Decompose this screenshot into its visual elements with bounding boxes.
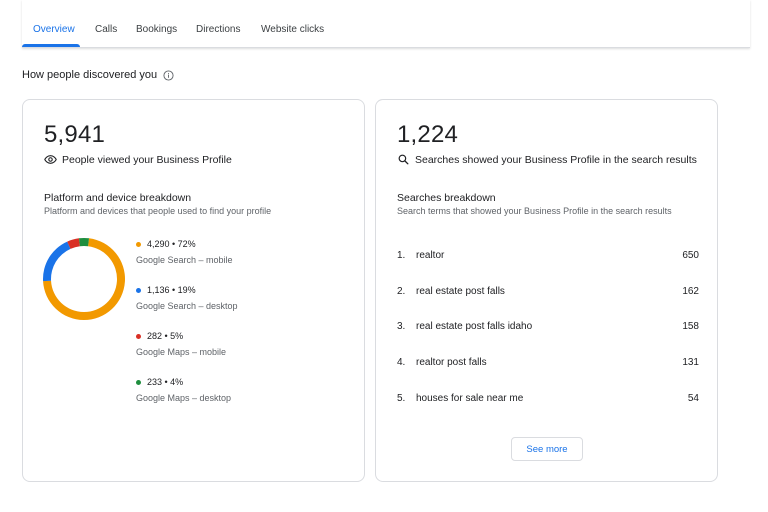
profile-views-metric: People viewed your Business Profile	[44, 153, 232, 166]
legend-dot	[136, 379, 141, 385]
searches-breakdown-desc: Search terms that showed your Business P…	[397, 206, 672, 216]
profile-views-label: People viewed your Business Profile	[62, 153, 232, 166]
search-count: 131	[682, 357, 699, 368]
searches-total: 1,224	[397, 121, 459, 148]
search-term-row: 2. real estate post falls 162	[397, 286, 699, 300]
see-more-button[interactable]: See more	[511, 437, 583, 461]
tab-website-clicks[interactable]: Website clicks	[261, 24, 324, 35]
eye-icon	[44, 155, 57, 164]
tab-bar: Overview Calls Bookings Directions Websi…	[22, 0, 750, 48]
search-rank: 4.	[397, 357, 406, 368]
search-rank: 3.	[397, 321, 406, 332]
platform-donut-chart	[43, 238, 125, 320]
legend-item: 233 • 4% Google Maps – desktop	[136, 377, 231, 403]
search-term-row: 5. houses for sale near me 54	[397, 393, 699, 407]
search-term-row: 1. realtor 650	[397, 250, 699, 264]
legend-dot	[136, 287, 141, 293]
search-rank: 5.	[397, 393, 406, 404]
search-count: 158	[682, 321, 699, 332]
section-title: How people discovered you	[22, 69, 174, 81]
search-term: realtor	[416, 250, 445, 261]
search-icon	[398, 154, 409, 165]
search-count: 54	[687, 393, 699, 404]
searches-breakdown-title: Searches breakdown	[397, 192, 496, 204]
legend-label: Google Search – mobile	[136, 255, 233, 265]
section-title-text: How people discovered you	[22, 69, 158, 81]
search-count: 650	[682, 250, 699, 261]
tab-calls[interactable]: Calls	[95, 24, 117, 35]
legend-item: 4,290 • 72% Google Search – mobile	[136, 239, 233, 265]
legend-label: Google Maps – mobile	[136, 347, 227, 357]
info-icon[interactable]	[163, 69, 174, 81]
search-term: real estate post falls	[416, 286, 505, 297]
legend-value: 233 • 4%	[147, 377, 184, 387]
search-count: 162	[682, 286, 699, 297]
search-term-row: 3. real estate post falls idaho 158	[397, 321, 699, 335]
legend-value: 282 • 5%	[147, 331, 184, 341]
tab-directions[interactable]: Directions	[196, 24, 240, 35]
legend-item: 1,136 • 19% Google Search – desktop	[136, 285, 238, 311]
search-term: realtor post falls	[416, 357, 487, 368]
search-term-row: 4. realtor post falls 131	[397, 357, 699, 371]
platform-breakdown-desc: Platform and devices that people used to…	[44, 206, 272, 216]
legend-value: 1,136 • 19%	[147, 285, 196, 295]
legend-dot	[136, 241, 141, 247]
legend-label: Google Maps – desktop	[136, 393, 232, 403]
profile-views-total: 5,941	[44, 121, 106, 148]
legend-value: 4,290 • 72%	[147, 239, 196, 249]
tab-bookings[interactable]: Bookings	[136, 24, 177, 35]
search-rank: 2.	[397, 286, 406, 297]
legend-label: Google Search – desktop	[136, 301, 238, 311]
searches-metric: Searches showed your Business Profile in…	[397, 153, 697, 166]
search-rank: 1.	[397, 250, 406, 261]
searches-label: Searches showed your Business Profile in…	[415, 153, 697, 166]
active-tab-indicator	[22, 44, 80, 47]
legend-dot	[136, 333, 141, 339]
searches-card: 1,224 Searches showed your Business Prof…	[375, 99, 718, 482]
search-term: houses for sale near me	[416, 393, 524, 404]
donut-slice-2	[43, 241, 71, 282]
profile-views-card: 5,941 People viewed your Business Profil…	[22, 99, 365, 482]
search-term: real estate post falls idaho	[416, 321, 533, 332]
platform-breakdown-title: Platform and device breakdown	[44, 192, 192, 204]
legend-item: 282 • 5% Google Maps – mobile	[136, 331, 226, 357]
tab-overview[interactable]: Overview	[33, 24, 75, 35]
donut-slice-4	[78, 238, 90, 247]
